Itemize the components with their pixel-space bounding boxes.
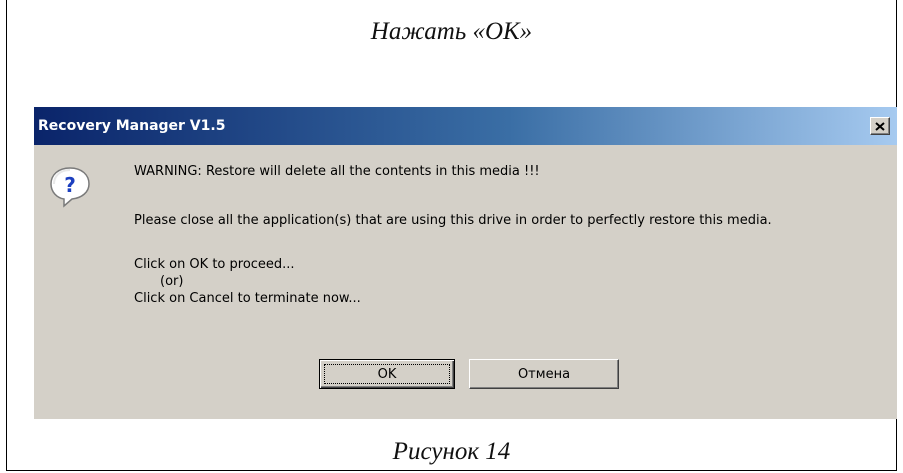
question-icon: ? (50, 167, 90, 208)
figure-caption-top: Нажать «OK» (370, 18, 533, 45)
ok-button[interactable]: OK (319, 359, 455, 389)
or-text: (or) (160, 274, 184, 289)
cancel-button-label: Отмена (517, 366, 571, 382)
focus-rectangle (324, 364, 450, 384)
svg-text:?: ? (64, 173, 76, 197)
warning-text: WARNING: Restore will delete all the con… (134, 164, 540, 179)
proceed-text: Click on OK to proceed... (134, 257, 295, 272)
dialog-titlebar[interactable]: Recovery Manager V1.5 (34, 107, 897, 145)
dialog-title: Recovery Manager V1.5 (38, 118, 226, 134)
terminate-text: Click on Cancel to terminate now... (134, 291, 361, 306)
figure-caption-bottom: Рисунок 14 (392, 438, 511, 465)
close-button[interactable] (870, 117, 890, 135)
close-apps-text: Please close all the application(s) that… (134, 213, 772, 228)
recovery-dialog: Recovery Manager V1.5 ? WARNING: Restore… (34, 107, 897, 419)
close-icon (875, 121, 885, 131)
cancel-button[interactable]: Отмена (469, 359, 619, 389)
